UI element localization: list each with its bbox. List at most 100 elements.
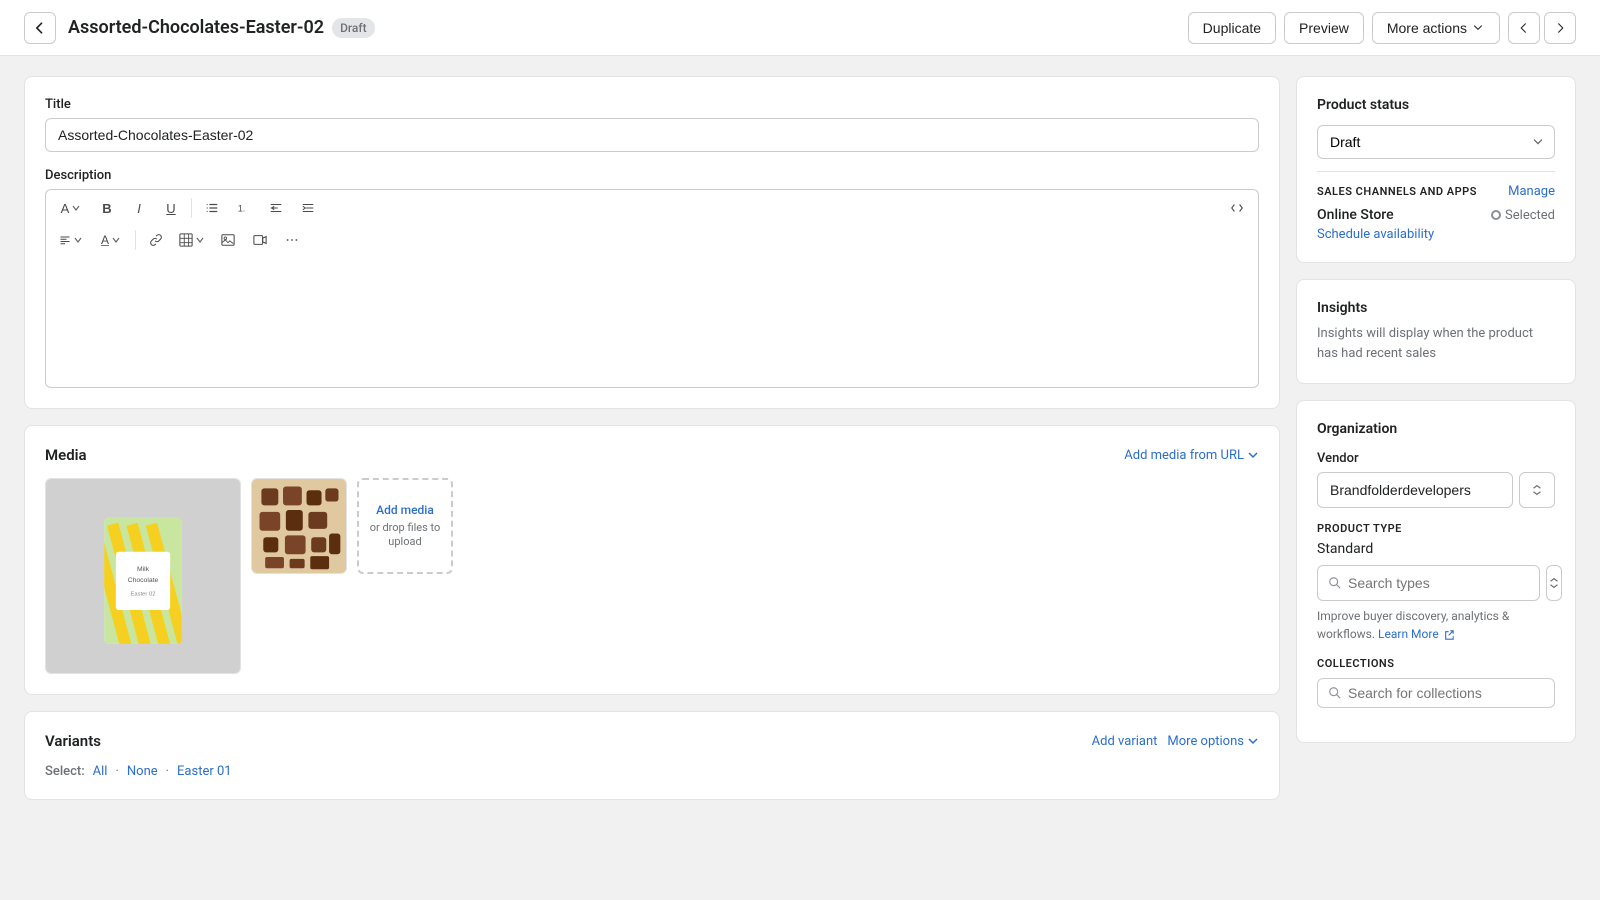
toolbar-row-2: A: [52, 226, 1252, 254]
indent-increase-button[interactable]: [293, 194, 323, 222]
duplicate-button[interactable]: Duplicate: [1188, 12, 1276, 44]
table-button[interactable]: [173, 226, 211, 254]
font-style-button[interactable]: A: [52, 194, 90, 222]
next-button[interactable]: [1544, 12, 1576, 44]
chevron-down-small-icon: [1247, 735, 1259, 747]
more-toolbar-button[interactable]: [277, 226, 307, 254]
draft-badge: Draft: [332, 18, 375, 38]
more-actions-button[interactable]: More actions: [1372, 12, 1500, 44]
bold-button[interactable]: B: [92, 194, 122, 222]
description-label: Description: [45, 168, 1259, 183]
top-bar: Assorted-Chocolates-Easter-02 Draft Dupl…: [0, 0, 1600, 56]
page-title-area: Assorted-Chocolates-Easter-02 Draft: [68, 17, 1188, 38]
title-label: Title: [45, 97, 1259, 112]
selected-badge: Selected: [1491, 208, 1555, 223]
upload-text: or drop files to upload: [367, 521, 443, 550]
video-button[interactable]: [245, 226, 275, 254]
add-media-url-button[interactable]: Add media from URL: [1124, 448, 1259, 463]
underline-button[interactable]: U: [156, 194, 186, 222]
improve-text: Improve buyer discovery, analytics & wor…: [1317, 607, 1555, 643]
dropdown-chevron-icon: [1247, 449, 1259, 461]
divider-1: [1317, 171, 1555, 172]
description-editor[interactable]: [45, 258, 1259, 388]
manage-link[interactable]: Manage: [1508, 184, 1555, 199]
text-color-button[interactable]: A: [92, 226, 130, 254]
insights-title: Insights: [1317, 300, 1555, 316]
toolbar-divider-1: [191, 198, 192, 218]
vendor-stepper-button[interactable]: [1519, 472, 1555, 508]
indent-decrease-button[interactable]: [261, 194, 291, 222]
types-stepper-icon: [1547, 576, 1561, 590]
collections-label: COLLECTIONS: [1317, 657, 1555, 670]
product-image-svg: Milk Chocolate Easter 02: [46, 479, 240, 673]
link-button[interactable]: [141, 226, 171, 254]
dropdown-arrow-icon: [71, 203, 81, 213]
product-status-title: Product status: [1317, 97, 1555, 113]
search-collections-field: [1317, 678, 1555, 708]
online-store-row: Online Store Selected: [1317, 207, 1555, 223]
sidebar-column: Product status Draft Active SALES CHANNE…: [1296, 76, 1576, 800]
preview-button[interactable]: Preview: [1284, 12, 1364, 44]
image-button[interactable]: [213, 226, 243, 254]
description-section: Description A B I U: [45, 168, 1259, 388]
more-toolbar-icon: [285, 233, 299, 247]
top-actions: Duplicate Preview More actions: [1188, 12, 1576, 44]
vendor-field: Vendor: [1317, 451, 1555, 508]
store-name: Online Store: [1317, 207, 1394, 223]
list-number-button[interactable]: 1.: [229, 194, 259, 222]
media-header: Media Add media from URL: [45, 446, 1259, 464]
prev-button[interactable]: [1508, 12, 1540, 44]
search-types-wrap: [1317, 565, 1555, 601]
dropdown-arrow-icon-4: [195, 235, 205, 245]
learn-more-link[interactable]: Learn More: [1378, 627, 1454, 641]
select-easter-link[interactable]: Easter 01: [177, 764, 232, 779]
vendor-input[interactable]: [1317, 472, 1513, 508]
types-stepper-button[interactable]: [1546, 565, 1562, 601]
page-title: Assorted-Chocolates-Easter-02: [68, 17, 324, 38]
more-options-button[interactable]: More options: [1167, 734, 1259, 749]
add-media-label: Add media: [376, 503, 434, 517]
search-collections-input[interactable]: [1348, 685, 1544, 701]
insights-description: Insights will display when the product h…: [1317, 324, 1555, 363]
indent-increase-icon: [301, 201, 315, 215]
nav-buttons: [1508, 12, 1576, 44]
product-status-card: Product status Draft Active SALES CHANNE…: [1296, 76, 1576, 263]
organization-card: Organization Vendor PRODUCT TYPE Standar…: [1296, 400, 1576, 743]
chevron-left-icon: [1517, 21, 1531, 35]
italic-button[interactable]: I: [124, 194, 154, 222]
vendor-select-wrap: [1317, 472, 1555, 508]
schedule-availability-link[interactable]: Schedule availability: [1317, 227, 1555, 242]
title-field-group: Title: [45, 97, 1259, 152]
select-row: Select: All · None · Easter 01: [45, 764, 1259, 779]
select-none-link[interactable]: None: [127, 764, 158, 779]
variants-actions: Add variant More options: [1092, 734, 1259, 749]
select-all-link[interactable]: All: [93, 764, 108, 779]
image-icon: [221, 233, 235, 247]
media-upload-zone[interactable]: Add media or drop files to upload: [357, 478, 453, 574]
code-view-button[interactable]: [1222, 194, 1252, 222]
title-input[interactable]: [45, 118, 1259, 152]
text-align-button[interactable]: [52, 226, 90, 254]
code-icon: [1230, 201, 1244, 215]
back-button[interactable]: [24, 12, 56, 44]
organization-title: Organization: [1317, 421, 1555, 437]
product-type-value: Standard: [1317, 541, 1555, 557]
select-label: Select:: [45, 764, 85, 779]
thumb-image-svg: [252, 479, 346, 573]
list-bullet-button[interactable]: [197, 194, 227, 222]
insights-card: Insights Insights will display when the …: [1296, 279, 1576, 384]
add-variant-button[interactable]: Add variant: [1092, 734, 1158, 749]
search-types-input[interactable]: [1348, 575, 1529, 591]
status-select[interactable]: Draft Active: [1317, 125, 1555, 159]
variants-header: Variants Add variant More options: [45, 732, 1259, 750]
back-arrow-icon: [32, 20, 48, 36]
main-product-image[interactable]: Milk Chocolate Easter 02: [45, 478, 241, 674]
sales-channels-label: SALES CHANNELS AND APPS: [1317, 185, 1477, 198]
chevron-right-icon: [1553, 21, 1567, 35]
media-thumbnail[interactable]: [251, 478, 347, 574]
list-bullet-icon: [205, 201, 219, 215]
stepper-icon: [1530, 483, 1544, 497]
indent-decrease-icon: [269, 201, 283, 215]
media-card: Media Add media from URL: [24, 425, 1280, 695]
variants-card: Variants Add variant More options Select…: [24, 711, 1280, 800]
